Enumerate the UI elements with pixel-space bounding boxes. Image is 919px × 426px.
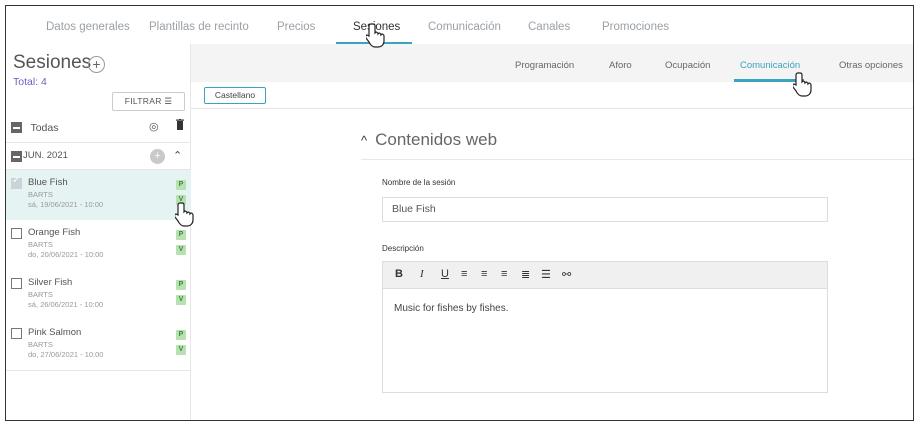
session-date: sá, 19/06/2021 - 10:00 bbox=[28, 200, 104, 209]
align-left-icon[interactable]: ≡ bbox=[461, 268, 467, 280]
editor-toolbar: B I U ≡ ≡ ≡ ≣ ☰ ⚯ bbox=[383, 262, 827, 289]
language-button[interactable]: Castellano bbox=[204, 87, 266, 104]
session-checkbox[interactable] bbox=[11, 175, 22, 189]
subtab-otras-opciones[interactable]: Otras opciones bbox=[839, 60, 903, 71]
session-item[interactable]: Silver Fish BARTS sá, 26/06/2021 - 10:00… bbox=[6, 270, 191, 320]
underline-icon[interactable]: U bbox=[441, 268, 449, 280]
select-all-checkbox[interactable] bbox=[11, 122, 22, 134]
session-name: Blue Fish bbox=[28, 177, 68, 188]
session-date: do, 27/06/2021 - 10:00 bbox=[28, 350, 104, 359]
session-date: do, 20/06/2021 - 10:00 bbox=[28, 250, 104, 259]
session-item[interactable]: Pink Salmon BARTS do, 27/06/2021 - 10:00… bbox=[6, 320, 191, 370]
visibility-icon[interactable]: ◎ bbox=[149, 120, 159, 133]
italic-icon[interactable]: I bbox=[420, 268, 424, 280]
tab-promociones[interactable]: Promociones bbox=[602, 21, 669, 33]
session-venue: BARTS bbox=[28, 240, 53, 249]
session-name: Orange Fish bbox=[28, 227, 81, 238]
badge-p: P bbox=[176, 230, 186, 240]
session-venue: BARTS bbox=[28, 340, 53, 349]
tab-comunicacion[interactable]: Comunicación bbox=[428, 21, 501, 33]
session-checkbox[interactable] bbox=[11, 328, 22, 339]
hand-cursor-icon bbox=[793, 72, 812, 97]
sessions-panel: Sesiones + Total: 4 FILTRAR ☰ Todas ◎ JU… bbox=[6, 44, 191, 420]
section-divider bbox=[361, 159, 913, 160]
tab-datos-generales[interactable]: Datos generales bbox=[46, 21, 130, 33]
badge-p: P bbox=[176, 330, 186, 340]
hand-cursor-icon bbox=[366, 23, 385, 48]
subtab-ocupacion[interactable]: Ocupación bbox=[665, 60, 710, 71]
badge-v: V bbox=[176, 345, 186, 355]
session-venue: BARTS bbox=[28, 190, 53, 199]
badge-p: P bbox=[176, 180, 186, 190]
session-name: Pink Salmon bbox=[28, 327, 82, 338]
badge-p: P bbox=[176, 280, 186, 290]
section-header[interactable]: ^ Contenidos web bbox=[361, 130, 497, 150]
subtab-programacion[interactable]: Programación bbox=[515, 60, 574, 71]
badge-v: V bbox=[176, 295, 186, 305]
tab-precios[interactable]: Precios bbox=[277, 21, 315, 33]
subtab-comunicacion[interactable]: Comunicación bbox=[740, 60, 800, 71]
subtab-aforo[interactable]: Aforo bbox=[609, 60, 632, 71]
plus-icon[interactable]: + bbox=[88, 56, 105, 73]
group-header[interactable]: JUN. 2021 + ⌃ bbox=[6, 142, 191, 170]
chevron-up-icon[interactable]: ⌃ bbox=[173, 149, 182, 162]
badge-v: V bbox=[176, 245, 186, 255]
description-label: Descripción bbox=[382, 244, 424, 253]
list-icon[interactable]: ☰ bbox=[541, 268, 551, 281]
section-title: Contenidos web bbox=[375, 130, 498, 149]
filter-icon: ☰ bbox=[164, 96, 173, 106]
app-window: Datos generales Plantillas de recinto Pr… bbox=[5, 5, 914, 421]
session-name-label: Nombre de la sesión bbox=[382, 178, 456, 187]
bold-icon[interactable]: B bbox=[395, 268, 403, 280]
filter-button[interactable]: FILTRAR ☰ bbox=[112, 92, 185, 111]
description-text[interactable]: Music for fishes by fishes. bbox=[394, 303, 508, 314]
tab-canales[interactable]: Canales bbox=[528, 21, 570, 33]
top-nav: Datos generales Plantillas de recinto Pr… bbox=[6, 6, 913, 45]
panel-title: Sesiones bbox=[13, 52, 92, 73]
align-center-icon[interactable]: ≡ bbox=[481, 268, 487, 280]
session-checkbox[interactable] bbox=[11, 228, 22, 239]
hand-cursor-icon bbox=[175, 202, 194, 227]
session-item[interactable]: Orange Fish BARTS do, 20/06/2021 - 10:00… bbox=[6, 220, 191, 270]
filter-label: FILTRAR bbox=[124, 96, 162, 106]
session-name: Silver Fish bbox=[28, 277, 73, 288]
session-name-input[interactable]: Blue Fish bbox=[382, 197, 828, 222]
session-date: sá, 26/06/2021 - 10:00 bbox=[28, 300, 104, 309]
description-editor[interactable]: B I U ≡ ≡ ≡ ≣ ☰ ⚯ Music for fishes by fi… bbox=[382, 261, 828, 393]
group-add-icon[interactable]: + bbox=[150, 149, 165, 164]
chevron-up-icon[interactable]: ^ bbox=[361, 133, 367, 148]
list-divider bbox=[6, 370, 191, 371]
trash-icon[interactable] bbox=[176, 119, 184, 133]
group-checkbox[interactable] bbox=[11, 151, 22, 162]
tab-plantillas-de-recinto[interactable]: Plantillas de recinto bbox=[149, 21, 249, 33]
session-venue: BARTS bbox=[28, 290, 53, 299]
select-all-row: Todas ◎ bbox=[11, 119, 186, 137]
group-label: JUN. 2021 bbox=[23, 150, 68, 161]
align-justify-icon[interactable]: ≣ bbox=[521, 268, 530, 281]
sessions-total: Total: 4 bbox=[13, 76, 47, 88]
link-icon[interactable]: ⚯ bbox=[562, 268, 571, 281]
align-right-icon[interactable]: ≡ bbox=[501, 268, 507, 280]
session-checkbox[interactable] bbox=[11, 278, 22, 289]
select-all-label: Todas bbox=[30, 121, 59, 134]
session-item[interactable]: Blue Fish BARTS sá, 19/06/2021 - 10:00 P… bbox=[6, 170, 191, 220]
